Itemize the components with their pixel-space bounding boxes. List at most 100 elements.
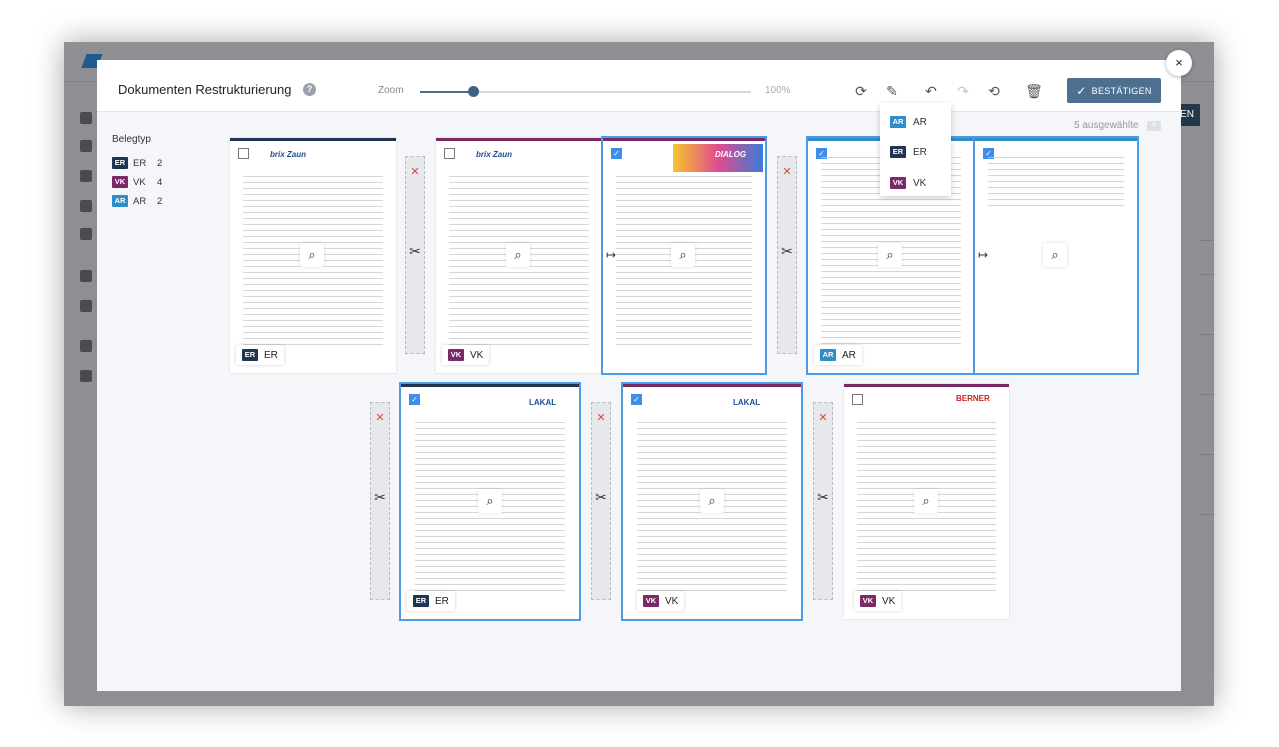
restructure-modal: Dokumenten Restrukturierung ? Zoom 100% …	[97, 50, 1192, 691]
scissors-icon[interactable]: ✂	[778, 243, 796, 260]
dropdown-item-label: AR	[913, 116, 927, 128]
legend-item-vk: VK VK 4	[112, 176, 162, 188]
page-doctype-tag[interactable]: VK VK	[637, 591, 685, 611]
zoom-page-icon[interactable]: ⌕	[506, 243, 530, 267]
remove-split-icon[interactable]: ✕	[592, 411, 610, 424]
page-logo: LAKAL	[733, 398, 761, 407]
background-divider	[1200, 394, 1214, 395]
zoom-page-icon[interactable]: ⌕	[914, 489, 938, 513]
document-split-divider[interactable]: ✕ ✂	[777, 156, 797, 354]
confirm-button[interactable]: ✓ BESTÄTIGEN	[1067, 78, 1161, 103]
dashboard-icon	[80, 140, 92, 152]
close-icon[interactable]: ×	[1166, 50, 1192, 76]
doctype-badge: ER	[890, 146, 906, 158]
redo-icon[interactable]: ↷	[954, 82, 972, 100]
document-split-divider[interactable]: ✕ ✂	[405, 156, 425, 354]
undo-icon[interactable]: ↶	[922, 82, 940, 100]
dropdown-item-vk[interactable]: VK VK	[890, 176, 926, 190]
doctype-badge: VK	[890, 177, 906, 189]
remove-split-icon[interactable]: ✕	[814, 411, 832, 424]
document-page[interactable]: ✓ LAKAL ⌕ VK VK	[621, 382, 803, 621]
doctype-legend: Belegtyp ER ER 2 VK VK 4 AR AR 2	[112, 134, 162, 207]
doctype-badge: AR	[112, 195, 128, 207]
legend-title: Belegtyp	[112, 134, 151, 145]
scissors-icon[interactable]: ✂	[406, 243, 424, 260]
join-page-icon[interactable]: ↦	[606, 248, 616, 262]
page-doctype-label: ER	[264, 349, 278, 361]
scissors-icon[interactable]: ✂	[371, 489, 389, 506]
page-header-bar	[975, 138, 1137, 141]
page-checkbox[interactable]	[238, 148, 249, 159]
confirm-button-label: BESTÄTIGEN	[1091, 85, 1152, 96]
remove-split-icon[interactable]: ✕	[778, 165, 796, 178]
zoom-page-icon[interactable]: ⌕	[700, 489, 724, 513]
document-page[interactable]: brix Zaun ⌕ VK VK	[436, 138, 602, 373]
modal-title: Dokumenten Restrukturierung	[118, 82, 292, 97]
help-icon[interactable]: ?	[303, 83, 316, 96]
doctype-badge: VK	[448, 349, 464, 361]
dropdown-item-label: VK	[913, 177, 927, 189]
page-header-bar	[844, 384, 1009, 387]
page-logo: brix Zaun	[476, 150, 513, 159]
page-doctype-tag[interactable]: ER ER	[236, 345, 284, 365]
legend-item-label: AR	[133, 195, 147, 207]
page-checkbox[interactable]: ✓	[409, 394, 420, 405]
page-checkbox[interactable]	[444, 148, 455, 159]
zoom-page-icon[interactable]: ⌕	[1043, 243, 1067, 267]
remove-split-icon[interactable]: ✕	[371, 411, 389, 424]
delete-icon[interactable]: 🗑	[1025, 82, 1043, 100]
doctype-badge: VK	[860, 595, 876, 607]
legend-item-ar: AR AR 2	[112, 195, 162, 207]
document-page[interactable]: ✓ DIALOG ↦ ⌕	[601, 136, 767, 375]
page-doctype-tag[interactable]: VK VK	[442, 345, 490, 365]
background-divider	[1200, 240, 1214, 241]
document-split-divider[interactable]: ✕ ✂	[370, 402, 390, 600]
page-checkbox[interactable]	[852, 394, 863, 405]
history-icon[interactable]: ⟲	[985, 82, 1003, 100]
scissors-icon[interactable]: ✂	[814, 489, 832, 506]
legend-item-count: 2	[157, 157, 163, 169]
list-icon	[80, 200, 92, 212]
scissors-icon[interactable]: ✂	[592, 489, 610, 506]
doctype-badge: VK	[643, 595, 659, 607]
zoom-page-icon[interactable]: ⌕	[300, 243, 324, 267]
trash-icon	[80, 340, 92, 352]
doctype-badge: ER	[242, 349, 258, 361]
page-doctype-tag[interactable]: VK VK	[854, 591, 902, 611]
dropdown-item-ar[interactable]: AR AR	[890, 115, 927, 129]
legend-item-label: ER	[133, 157, 147, 169]
join-page-icon[interactable]: ↦	[978, 248, 988, 262]
edit-pencil-icon[interactable]: ✎	[883, 82, 901, 100]
legend-item-er: ER ER 2	[112, 157, 162, 169]
legend-item-count: 4	[157, 176, 163, 188]
clear-selection-icon[interactable]: ✕	[1147, 121, 1161, 131]
page-doctype-label: VK	[665, 595, 679, 607]
zoom-page-icon[interactable]: ⌕	[671, 243, 695, 267]
zoom-slider-thumb[interactable]	[467, 86, 479, 97]
page-doctype-label: AR	[842, 349, 856, 361]
page-doctype-label: ER	[435, 595, 449, 607]
document-page[interactable]: brix Zaun ⌕ ER ER	[230, 138, 396, 373]
zoom-label: Zoom	[378, 85, 404, 96]
zoom-slider[interactable]	[420, 86, 751, 97]
page-checkbox[interactable]: ✓	[611, 148, 622, 159]
page-checkbox[interactable]: ✓	[631, 394, 642, 405]
zoom-page-icon[interactable]: ⌕	[478, 489, 502, 513]
rotate-icon[interactable]: ⟳	[852, 82, 870, 100]
page-doctype-tag[interactable]: AR AR	[814, 345, 862, 365]
page-doctype-tag[interactable]: ER ER	[407, 591, 455, 611]
page-content	[987, 156, 1125, 209]
dropdown-item-er[interactable]: ER ER	[890, 145, 927, 159]
page-header-bar	[603, 138, 765, 141]
document-page[interactable]: ✓ LAKAL ⌕ ER ER	[399, 382, 581, 621]
remove-split-icon[interactable]: ✕	[406, 165, 424, 178]
document-split-divider[interactable]: ✕ ✂	[591, 402, 611, 600]
document-page[interactable]: BERNER ⌕ VK VK	[844, 384, 1009, 619]
page-logo: BERNER	[956, 394, 990, 403]
share-icon	[80, 170, 92, 182]
zoom-page-icon[interactable]: ⌕	[878, 243, 902, 267]
document-split-divider[interactable]: ✕ ✂	[813, 402, 833, 600]
background-divider	[1200, 274, 1214, 275]
legend-item-label: VK	[133, 176, 146, 188]
document-page[interactable]: ✓ ↦ ⌕	[973, 136, 1139, 375]
